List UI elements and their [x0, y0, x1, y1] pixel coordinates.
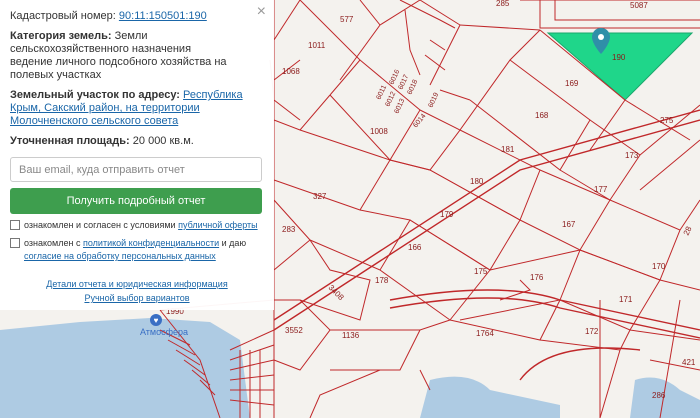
offer-text: ознакомлен и согласен с условиями публич… — [24, 220, 258, 230]
offer-link[interactable]: публичной оферты — [178, 220, 258, 230]
area-row: Уточненная площадь: 20 000 кв.м. — [10, 135, 264, 148]
land-category-row: Категория земель: Земли сельскохозяйстве… — [10, 30, 264, 82]
svg-text:♥: ♥ — [154, 316, 159, 325]
parcel-label: 577 — [340, 15, 354, 24]
usage-value: ведение личного подсобного хозяйства на … — [10, 56, 227, 81]
offer-agreement: ознакомлен и согласен с условиями публич… — [10, 219, 264, 232]
cadastral-label: Кадастровый номер: — [10, 10, 116, 22]
parcel-label: 1008 — [370, 127, 388, 136]
parcel-label: 327 — [313, 192, 327, 201]
parcel-label: 178 — [375, 276, 389, 285]
parcel-label: 176 — [530, 273, 544, 282]
privacy-policy-link[interactable]: политикой конфиденциальности — [83, 238, 219, 248]
panel-links: Детали отчета и юридическая информация Р… — [10, 277, 264, 305]
parcel-info-panel: × Кадастровый номер: 90:11:150501:190 Ка… — [0, 0, 274, 310]
cadastral-number-row: Кадастровый номер: 90:11:150501:190 — [10, 10, 264, 23]
get-report-button[interactable]: Получить подробный отчет — [10, 188, 262, 214]
parcel-label: 181 — [501, 145, 515, 154]
privacy-agreement: ознакомлен с политикой конфиденциальност… — [10, 237, 264, 263]
parcel-label: 166 — [408, 243, 422, 252]
parcel-label: 286 — [652, 391, 666, 400]
email-field[interactable] — [10, 157, 262, 182]
manual-selection-link[interactable]: Ручной выбор вариантов — [84, 293, 189, 303]
poi-label: Атмосфера — [140, 327, 188, 337]
address-label: Земельный участок по адресу: — [10, 89, 180, 101]
parcel-label: 275 — [660, 116, 674, 125]
sea — [0, 318, 250, 418]
parcel-label: 285 — [496, 0, 510, 8]
details-link[interactable]: Детали отчета и юридическая информация — [46, 279, 227, 289]
parcel-label: 421 — [682, 358, 696, 367]
privacy-checkbox[interactable] — [10, 238, 20, 248]
close-icon[interactable]: × — [257, 4, 266, 20]
parcel-label: 167 — [562, 220, 576, 229]
parcel-label: 179 — [440, 210, 454, 219]
parcel-label: 168 — [535, 111, 549, 120]
category-label: Категория земель: — [10, 30, 112, 42]
parcel-label: 283 — [282, 225, 296, 234]
parcel-label: 172 — [585, 327, 599, 336]
parcel-label: 3552 — [285, 326, 303, 335]
cadastral-number-link[interactable]: 90:11:150501:190 — [119, 10, 207, 22]
parcel-label: 1136 — [342, 331, 360, 340]
consent-link[interactable]: согласие на обработку персональных данны… — [24, 251, 216, 261]
parcel-label: 1764 — [476, 329, 494, 338]
parcel-label: 1011 — [308, 41, 326, 50]
address-row: Земельный участок по адресу: Республика … — [10, 89, 264, 128]
privacy-text: ознакомлен с политикой конфиденциальност… — [24, 238, 247, 261]
area-label: Уточненная площадь: — [10, 135, 130, 147]
parcel-label: 169 — [565, 79, 579, 88]
parcel-label: 170 — [652, 262, 666, 271]
area-value: 20 000 кв.м. — [132, 135, 194, 147]
parcel-label: 177 — [594, 185, 608, 194]
parcel-label: 175 — [474, 267, 488, 276]
parcel-label: 5087 — [630, 1, 648, 10]
parcel-label: 1068 — [282, 67, 300, 76]
parcel-label: 173 — [625, 151, 639, 160]
offer-checkbox[interactable] — [10, 220, 20, 230]
parcel-label: 171 — [619, 295, 633, 304]
parcel-label: 190 — [612, 53, 626, 62]
parcel-label: 180 — [470, 177, 484, 186]
